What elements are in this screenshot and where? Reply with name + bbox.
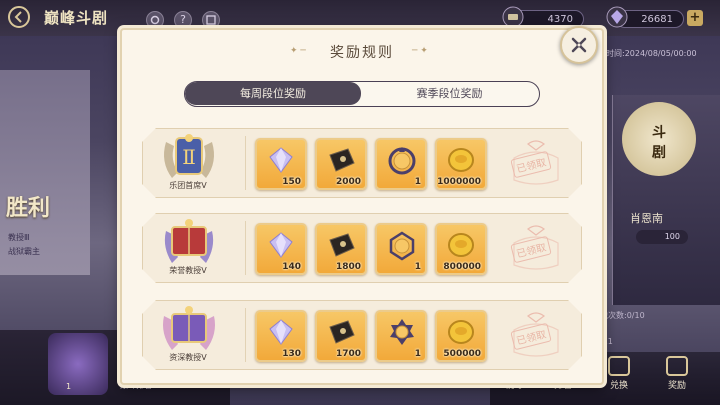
row-divider [245, 308, 246, 362]
diamond-icon [269, 147, 293, 173]
rank-name: 资深教授Ⅴ [169, 353, 207, 362]
reward-item[interactable]: 1000000 [435, 138, 487, 190]
tab-weekly-reward[interactable]: 每周段位奖励 [185, 82, 361, 105]
reward-qty: 130 [282, 349, 301, 359]
shop-card-cost: 100 [636, 230, 688, 244]
page-title: 巅峰斗剧 [44, 9, 109, 27]
rank-name: 荣誉教授Ⅴ [169, 266, 207, 275]
season-end-time: 束时间:2024/08/05/00:00 [598, 49, 697, 58]
reward-item[interactable]: 2000 [315, 138, 367, 190]
opponent-title: 战狱霸主 [8, 247, 40, 256]
black-book-icon [329, 233, 355, 257]
reward-tabs: 每周段位奖励 赛季段位奖励 [184, 81, 540, 107]
back-arrow-icon [14, 11, 22, 23]
ring-frame-icon [390, 319, 414, 345]
exchange-label: 兑换 [609, 381, 628, 391]
gold-coin-icon [448, 148, 474, 172]
tab-season-reward[interactable]: 赛季段位奖励 [361, 82, 538, 105]
black-book-icon [329, 148, 355, 172]
reward-item[interactable]: 500000 [435, 310, 487, 362]
player-rank-level: 1 [66, 382, 72, 391]
ticket-icon [502, 6, 524, 28]
reward-qty: 140 [282, 262, 301, 272]
record-button[interactable] [202, 11, 220, 29]
reward-row: 荣誉教授Ⅴ 140 1800 1 800000 已领取 [142, 213, 582, 283]
reward-qty: 1000000 [437, 177, 481, 187]
player-rank-badge[interactable] [48, 333, 108, 395]
reward-rules-dialog: ✦ ─ 奖励规则 ─ ✦ 每周段位奖励 赛季段位奖励 Ⅱ 乐团首席Ⅴ 150 2… [120, 28, 604, 385]
settings-button[interactable] [146, 11, 164, 29]
record-icon [206, 15, 216, 25]
reward-item[interactable]: 1 [375, 310, 427, 362]
reward-item[interactable]: 1700 [315, 310, 367, 362]
diamond-icon [269, 232, 293, 258]
dialog-title: 奖励规则 [330, 45, 394, 61]
gold-coin-icon [448, 233, 474, 257]
trophy-icon [666, 356, 688, 376]
opponent-card[interactable] [0, 70, 90, 275]
gold-coin-icon [448, 320, 474, 344]
challenge-count-text: 战次数:0/10 [600, 311, 645, 320]
reward-qty: 1800 [335, 262, 361, 272]
reward-item[interactable]: 1800 [315, 223, 367, 275]
emblem-bottom-char: 剧 [652, 145, 666, 161]
shop-card-name: 肖恩南 [630, 212, 663, 225]
reward-qty: 1 [414, 349, 421, 359]
reward-item[interactable]: 800000 [435, 223, 487, 275]
reward-qty: 2000 [335, 177, 361, 187]
reward-qty: 1700 [335, 349, 361, 359]
reward-item[interactable]: 130 [255, 310, 307, 362]
reward-button[interactable]: 奖励 [656, 356, 698, 402]
help-button[interactable]: ? [174, 11, 192, 29]
close-button[interactable] [560, 26, 598, 64]
reward-qty: 1 [414, 177, 421, 187]
back-button[interactable] [8, 6, 30, 28]
rank-badge-icon [164, 219, 214, 263]
rank-name: 乐团首席Ⅴ [169, 181, 207, 190]
reward-item[interactable]: 150 [255, 138, 307, 190]
reward-label: 奖励 [667, 381, 686, 391]
reward-item[interactable]: 140 [255, 223, 307, 275]
diamond-icon [606, 6, 628, 28]
exchange-button[interactable]: 兑换 [598, 356, 640, 402]
black-book-icon [329, 320, 355, 344]
title-ornament-right-icon: ─ ✦ [412, 46, 428, 56]
diamond-icon [269, 319, 293, 345]
reward-row: Ⅱ 乐团首席Ⅴ 150 2000 1 1000000 已领取 [142, 128, 582, 198]
gear-icon [150, 15, 160, 25]
opponent-rank: 教授Ⅲ [8, 233, 30, 242]
reward-qty: 1 [414, 262, 421, 272]
reward-item[interactable]: 1 [375, 138, 427, 190]
gift-icon [608, 356, 630, 376]
add-currency-button[interactable]: + [687, 10, 703, 26]
reward-row: 资深教授Ⅴ 130 1700 1 500000 已领取 [142, 300, 582, 370]
ring-frame-icon [388, 147, 416, 175]
rank-badge-icon: Ⅱ [164, 134, 214, 178]
battle-result-text: 胜利 [6, 195, 51, 221]
claimed-stamp: 已领取 [506, 310, 566, 362]
claimed-stamp: 已领取 [506, 138, 566, 190]
reward-qty: 800000 [443, 262, 481, 272]
reward-qty: 150 [282, 177, 301, 187]
row-divider [245, 221, 246, 275]
emblem-top-char: 斗 [652, 125, 666, 141]
rank-badge-icon [163, 306, 215, 350]
emblem-icon: 斗 剧 [622, 102, 696, 176]
reward-qty: 500000 [443, 349, 481, 359]
svg-text:Ⅱ: Ⅱ [182, 145, 196, 169]
reward-item[interactable]: 1 [375, 223, 427, 275]
ring-frame-icon [389, 231, 415, 261]
row-divider [245, 136, 246, 190]
close-icon [571, 37, 587, 53]
claimed-stamp: 已领取 [506, 223, 566, 275]
